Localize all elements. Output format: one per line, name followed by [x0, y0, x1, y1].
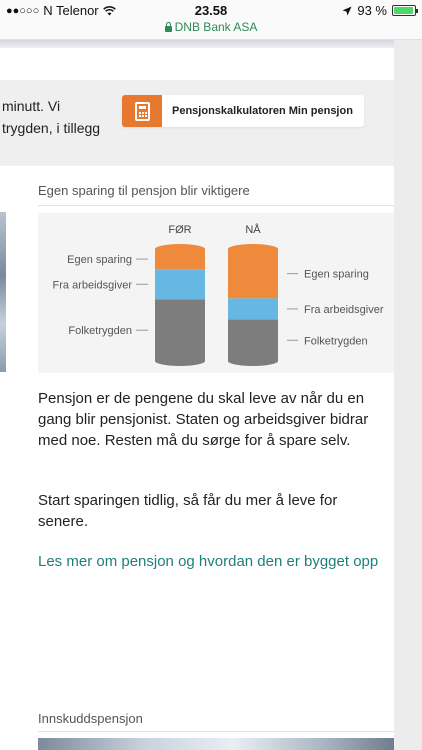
innskudd-image — [38, 738, 394, 750]
pension-chart-svg: FØR NÅ Egen sparing Fra arbeidsgiver Folketr… — [53, 223, 384, 366]
calculator-button-label: Pensjonskalkulatoren Min pensjon — [172, 105, 353, 117]
battery-level — [394, 7, 413, 14]
url-text: DNB Bank ASA — [174, 20, 258, 34]
chart-segment — [155, 269, 205, 300]
section-divider — [38, 205, 394, 206]
calculator-icon — [122, 95, 162, 127]
pension-chart: FØR NÅ Egen sparing Fra arbeidsgiver Folketr… — [38, 213, 394, 373]
chart-segment — [228, 249, 278, 299]
side-image — [0, 212, 6, 372]
address-bar[interactable]: DNB Bank ASA — [0, 20, 422, 34]
page-margin — [394, 40, 422, 750]
chart-segment-top — [228, 244, 278, 254]
calculator-button[interactable]: Pensjonskalkulatoren Min pensjon — [122, 95, 364, 127]
info-text-line: trygden, i tillegg — [2, 120, 101, 136]
chart-segment — [228, 298, 278, 320]
body-paragraph: Pensjon er de pengene du skal leve av nå… — [38, 390, 369, 449]
chart-right-label: Fra arbeidsgiver — [304, 304, 384, 316]
chart-left-label: Folketrygden — [68, 325, 132, 337]
section-title-pension: Egen sparing til pensjon blir viktigere — [38, 183, 250, 198]
chart-right-label: Folketrygden — [304, 335, 368, 347]
battery-icon — [392, 5, 418, 16]
chart-left-label: Egen sparing — [67, 254, 132, 266]
chart-segment-top — [155, 244, 205, 254]
chart-segment — [228, 319, 278, 361]
chart-segment-base — [228, 356, 278, 366]
location-arrow-icon — [342, 6, 352, 15]
body-paragraph: Start sparingen tidlig, så får du mer å … — [38, 492, 338, 530]
info-box: minutt. Vi trygden, i tillegg Pensjonska… — [0, 80, 394, 166]
battery-percent: 93 % — [357, 3, 387, 18]
status-bar: ●●○○○ N Telenor 23.58 93 % DNB Bank ASA — [0, 0, 422, 40]
chart-segment — [155, 299, 205, 361]
header-image — [0, 40, 394, 48]
pension-info-link[interactable]: Les mer om pensjon og hvordan den er byg… — [38, 551, 382, 572]
section-title-innskudd: Innskuddspensjon — [38, 711, 143, 726]
chart-left-label: Fra arbeidsgiver — [53, 279, 133, 291]
section-divider — [38, 731, 394, 732]
column-label: FØR — [168, 224, 191, 236]
lock-icon — [164, 22, 172, 32]
column-label: NÅ — [245, 223, 261, 236]
chart-segment-base — [155, 356, 205, 366]
chart-right-label: Egen sparing — [304, 269, 369, 281]
page-content: minutt. Vi trygden, i tillegg Pensjonska… — [0, 40, 394, 750]
status-right: 93 % — [342, 3, 418, 18]
info-text: minutt. Vi trygden, i tillegg — [2, 95, 112, 139]
info-text-line: minutt. Vi — [2, 98, 61, 114]
